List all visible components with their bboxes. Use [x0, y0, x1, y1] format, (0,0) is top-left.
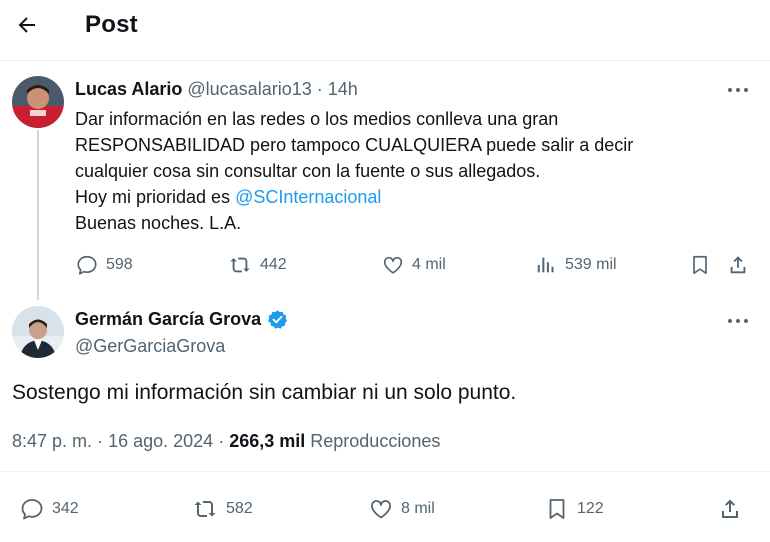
thread-line — [37, 130, 39, 300]
divider — [0, 471, 770, 472]
reply-icon — [21, 499, 43, 520]
avatar-german-garcia-grova[interactable] — [12, 306, 64, 358]
like-count: 8 mil — [401, 500, 435, 517]
divider — [0, 60, 770, 61]
main-repost-button[interactable]: 582 — [192, 497, 253, 521]
post-meta: 8:47 p. m. · 16 ago. 2024 · 266,3 mil Re… — [12, 431, 440, 452]
reply-reply-button[interactable]: 598 — [76, 254, 133, 276]
main-author-handle[interactable]: @GerGarciaGrova — [75, 336, 225, 357]
bookmark-icon — [549, 499, 565, 519]
arrow-left-icon — [18, 17, 35, 33]
avatar-lucas-alario[interactable] — [12, 76, 64, 128]
more-icon — [728, 319, 748, 323]
repost-icon — [194, 501, 216, 517]
repost-count: 582 — [226, 500, 253, 517]
reply-text-line: RESPONSABILIDAD pero tampoco CUALQUIERA … — [75, 135, 634, 155]
main-share-button[interactable] — [718, 497, 742, 521]
avatar-image — [12, 306, 64, 358]
repost-icon — [230, 257, 250, 273]
reply-share-button[interactable] — [727, 254, 749, 276]
reply-more-button[interactable] — [724, 80, 752, 100]
reply-like-button[interactable]: 4 mil — [382, 254, 446, 276]
separator-dot: · — [218, 431, 230, 451]
reply-text: Dar información en las redes o los medio… — [75, 106, 715, 236]
like-icon — [383, 256, 403, 274]
post-time[interactable]: 8:47 p. m. — [12, 431, 92, 451]
mention-link[interactable]: @SCInternacional — [235, 187, 381, 207]
reply-count: 598 — [106, 256, 133, 273]
avatar-image — [12, 76, 64, 128]
reply-text-line: cualquier cosa sin consultar con la fuen… — [75, 161, 541, 181]
reply-repost-button[interactable]: 442 — [228, 254, 287, 276]
verified-icon — [267, 310, 288, 329]
reply-author-handle[interactable]: @lucasalario13 — [187, 79, 311, 99]
main-author-row: Germán García Grova — [75, 309, 288, 330]
main-like-button[interactable]: 8 mil — [369, 497, 435, 521]
like-icon — [371, 500, 391, 519]
main-bookmark-button[interactable]: 122 — [545, 497, 604, 521]
separator-dot: · — [316, 79, 323, 99]
main-more-button[interactable] — [724, 311, 752, 331]
reply-text-line-4: Hoy mi prioridad es @SCInternacional — [75, 184, 715, 210]
repost-count: 442 — [260, 256, 287, 273]
main-author-name[interactable]: Germán García Grova — [75, 309, 261, 330]
reply-count: 342 — [52, 500, 79, 517]
reply-text-prefix: Hoy mi prioridad es — [75, 187, 236, 207]
bookmark-count: 122 — [577, 500, 604, 517]
reply-icon — [77, 255, 97, 275]
separator-dot: · — [97, 431, 109, 451]
reply-author-row: Lucas Alario @lucasalario13 · 14h — [75, 79, 358, 100]
share-icon — [730, 256, 746, 274]
page-title: Post — [85, 11, 138, 38]
reply-author-name[interactable]: Lucas Alario — [75, 79, 182, 99]
share-icon — [722, 499, 738, 518]
post-views-label: Reproducciones — [310, 431, 441, 451]
reply-time[interactable]: 14h — [328, 79, 358, 99]
more-icon — [728, 88, 748, 92]
reply-text-line: Dar información en las redes o los medio… — [75, 109, 559, 129]
like-count: 4 mil — [412, 256, 446, 273]
header: Post — [0, 0, 770, 52]
bookmark-icon — [693, 255, 707, 275]
reply-bookmark-button[interactable] — [689, 254, 711, 276]
views-count: 539 mil — [565, 256, 617, 273]
reply-text-line: Buenas noches. L.A. — [75, 213, 242, 233]
main-reply-button[interactable]: 342 — [20, 497, 79, 521]
back-button[interactable] — [12, 10, 42, 40]
main-post-text: Sostengo mi información sin cambiar ni u… — [12, 381, 517, 404]
reply-views-button[interactable]: 539 mil — [535, 254, 617, 276]
post-date[interactable]: 16 ago. 2024 — [108, 431, 213, 451]
post-views-count: 266,3 mil — [229, 431, 306, 451]
views-icon — [537, 257, 554, 273]
